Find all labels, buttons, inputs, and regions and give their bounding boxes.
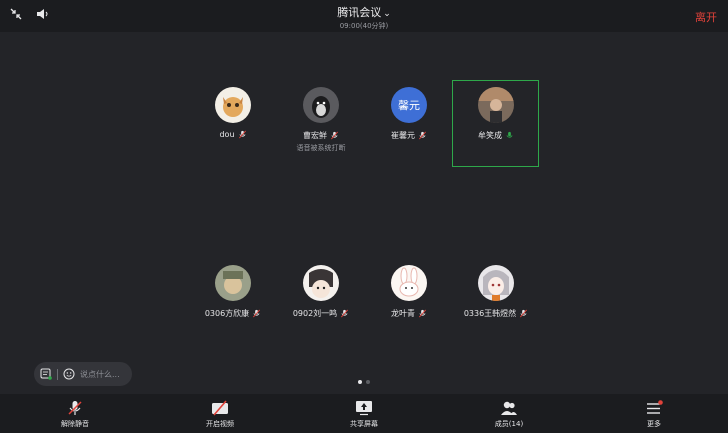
share-screen-label: 共享屏幕 — [350, 420, 378, 428]
participant-name: 牟笑成 — [478, 131, 502, 140]
page-dot-1[interactable] — [358, 380, 362, 384]
unmute-button[interactable]: 解除静音 — [40, 400, 110, 429]
participant-tile[interactable]: dou — [189, 87, 277, 139]
avatar — [391, 265, 427, 301]
participant-tile[interactable]: 曹宏鲜 语音被系统打断 — [277, 87, 365, 153]
meeting-name: 腾讯会议 — [337, 6, 382, 19]
participant-name: 0336王韩煜然 — [463, 309, 517, 318]
participant-tile[interactable]: 0336王韩煜然 — [452, 265, 540, 319]
chevron-down-icon: ⌄ — [383, 9, 391, 19]
avatar — [478, 87, 514, 123]
members-button[interactable]: 成员(14) — [474, 400, 544, 429]
participant-tile[interactable]: 牟笑成 — [452, 87, 540, 141]
start-video-label: 开启视频 — [206, 420, 234, 428]
participant-status-note: 语音被系统打断 — [296, 144, 346, 152]
participant-tile[interactable]: 0306方欣康 — [189, 265, 277, 319]
meeting-title[interactable]: 腾讯会议 ⌄ 09:00(40分钟) — [0, 4, 728, 31]
top-bar: 腾讯会议 ⌄ 09:00(40分钟) 离开 — [0, 0, 728, 32]
mic-off-icon — [68, 401, 82, 415]
unmute-label: 解除静音 — [61, 420, 89, 428]
members-label: 成员(14) — [494, 420, 524, 428]
members-icon — [501, 401, 517, 415]
share-screen-button[interactable]: 共享屏幕 — [329, 400, 399, 429]
page-dot-2[interactable] — [366, 380, 370, 384]
participant-tile[interactable]: 馨元 崔馨元 — [365, 87, 453, 141]
chat-placeholder: 说点什么... — [80, 369, 120, 379]
emoji-icon[interactable] — [63, 368, 75, 380]
mic-muted-icon — [419, 131, 426, 140]
avatar — [303, 265, 339, 301]
avatar — [478, 265, 514, 301]
video-off-icon — [212, 400, 228, 416]
meeting-time: 09:00(40分钟) — [339, 22, 389, 30]
chat-list-icon[interactable] — [40, 368, 52, 380]
avatar — [303, 87, 339, 123]
participant-name: 0902刘一鸣 — [292, 309, 338, 318]
participant-name: 曹宏鲜 — [303, 131, 327, 140]
mic-muted-icon — [238, 130, 246, 139]
mic-muted-icon — [419, 309, 426, 318]
participant-name: 龙叶青 — [391, 309, 415, 318]
avatar — [215, 87, 251, 123]
mic-muted-icon — [253, 309, 261, 318]
participant-tile[interactable]: 0902刘一鸣 — [277, 265, 365, 319]
participant-name: 0306方欣康 — [204, 309, 250, 318]
divider — [57, 368, 58, 380]
mic-muted-icon — [341, 309, 349, 318]
start-video-button[interactable]: 开启视频 — [185, 400, 255, 429]
mic-muted-icon — [520, 309, 528, 318]
share-screen-icon — [356, 401, 372, 416]
mic-speaking-icon — [506, 131, 513, 138]
more-menu-icon — [647, 400, 663, 414]
bottom-toolbar: 解除静音 开启视频 共享屏幕 成员(14) 更多 — [0, 394, 728, 433]
more-button[interactable]: 更多 — [619, 400, 689, 429]
chat-input[interactable]: 说点什么... — [34, 362, 132, 386]
avatar — [215, 265, 251, 301]
participant-name: dou — [219, 130, 235, 139]
page-indicator — [358, 380, 370, 384]
more-label: 更多 — [647, 420, 661, 428]
avatar: 馨元 — [391, 87, 427, 123]
participant-name: 崔馨元 — [391, 131, 415, 140]
mic-muted-icon — [331, 131, 338, 140]
participant-grid: dou 曹宏鲜 语音被系统打断 馨元 崔馨元 牟笑成 0306方欣康 0902刘… — [0, 32, 728, 394]
participant-tile[interactable]: 龙叶青 — [365, 265, 453, 319]
leave-button[interactable]: 离开 — [695, 9, 717, 25]
